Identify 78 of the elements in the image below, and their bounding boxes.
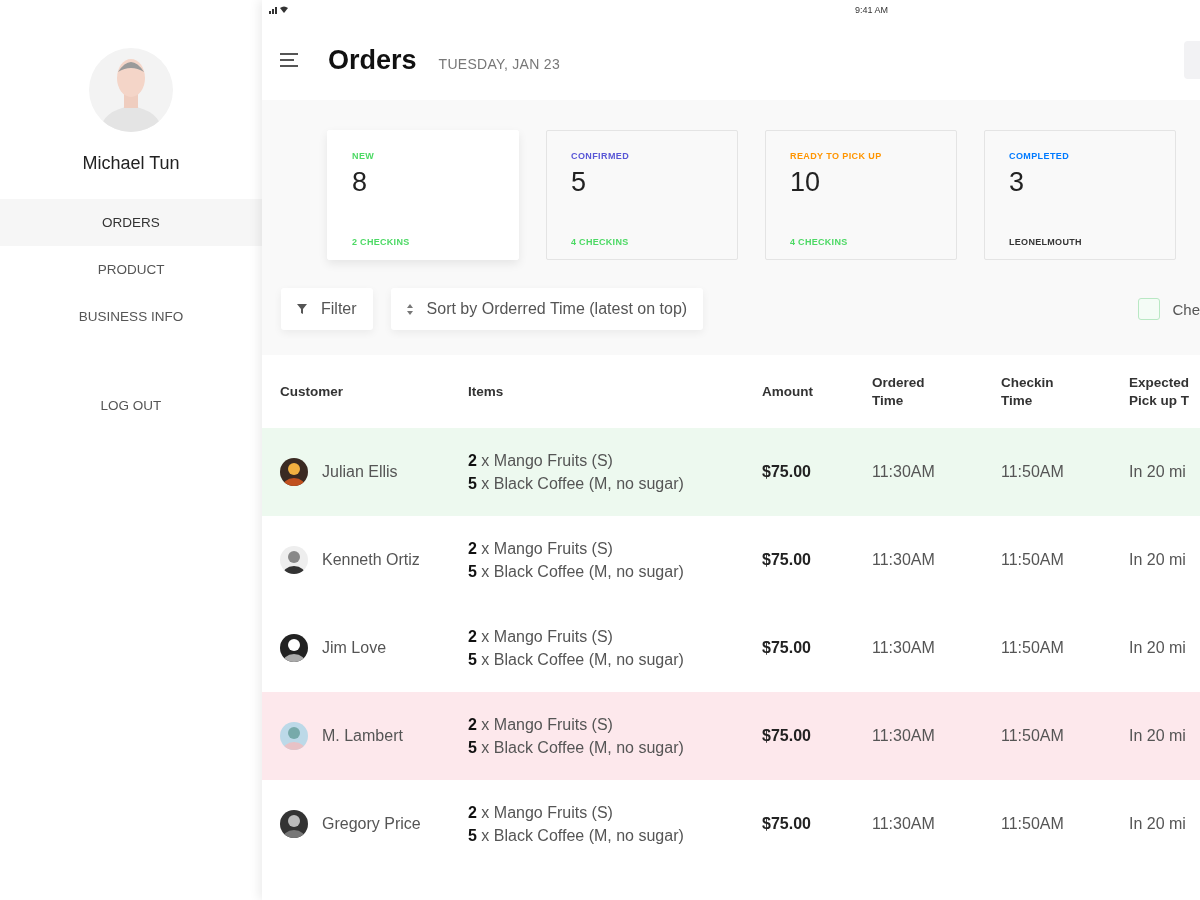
item-line: 5 x Black Coffee (M, no sugar): [468, 650, 685, 670]
amount-cell-text: $75.00: [762, 727, 812, 745]
column-header: Expected Pick up T: [1129, 373, 1191, 410]
status-card[interactable]: READY TO PICK UP 10 4 CHECKINS: [765, 130, 957, 260]
customer-name: Kenneth Ortiz: [322, 551, 420, 569]
card-footer: 4 CHECKINS: [790, 237, 932, 247]
customer-name: M. Lambert: [322, 727, 403, 745]
item-line: 5 x Black Coffee (M, no sugar): [468, 562, 685, 582]
column-header: Customer: [280, 382, 344, 401]
table-cell-text: In 20 mi: [1129, 639, 1187, 657]
amount-cell-text: $75.00: [762, 551, 812, 569]
item-line: 2 x Mango Fruits (S): [468, 803, 614, 823]
item-line: 5 x Black Coffee (M, no sugar): [468, 826, 685, 846]
card-count: 8: [352, 167, 369, 198]
customer-name: Gregory Price: [322, 815, 421, 833]
table-cell-text: 11:50AM: [1001, 551, 1065, 569]
amount-cell-text: $75.00: [762, 463, 812, 481]
status-card[interactable]: NEW 8 2 CHECKINS: [327, 130, 519, 260]
table-row[interactable]: Julian Ellis 2 x Mango Fruits (S) 5 x Black Coffee (M, no sugar) $75.00 11:30AM 11:50AM In 20 mi: [262, 428, 1200, 516]
table-cell-text: 11:30AM: [872, 727, 936, 745]
signal-icon: [269, 6, 289, 14]
card-count: 10: [790, 167, 822, 198]
table-cell-text: 11:50AM: [1001, 727, 1065, 745]
table-row[interactable]: Kenneth Ortiz 2 x Mango Fruits (S) 5 x Black Coffee (M, no sugar) $75.00 11:30AM 11:50AM In 20 mi: [262, 516, 1200, 604]
table-cell-text: 11:50AM: [1001, 639, 1065, 657]
card-label: CONFIRMED: [571, 151, 631, 161]
item-line: 5 x Black Coffee (M, no sugar): [468, 474, 685, 494]
card-footer: 2 CHECKINS: [352, 237, 494, 247]
item-line: 5 x Black Coffee (M, no sugar): [468, 738, 685, 758]
table-cell-text: 11:50AM: [1001, 463, 1065, 481]
table-row[interactable]: Gregory Price 2 x Mango Fruits (S) 5 x Black Coffee (M, no sugar) $75.00 11:30AM 11:50AM In 20 mi: [262, 780, 1200, 868]
sort-icon: [406, 303, 413, 315]
table-cell-text: 11:30AM: [872, 815, 936, 833]
customer-name: Julian Ellis: [322, 463, 398, 481]
logout-link[interactable]: LOG OUT: [100, 398, 162, 413]
table-cell-text: 11:30AM: [872, 551, 936, 569]
status-time: 9:41 AM: [855, 5, 889, 15]
column-header: Ordered Time: [872, 373, 926, 410]
sort-button[interactable]: Sort by Orderred Time (latest on top): [390, 288, 704, 330]
checkbox-label: Che: [1172, 300, 1200, 318]
card-label: READY TO PICK UP: [790, 151, 883, 161]
column-header: Amount: [762, 382, 814, 401]
card-footer: 4 CHECKINS: [571, 237, 713, 247]
filter-button[interactable]: Filter: [281, 288, 373, 330]
item-line: 2 x Mango Fruits (S): [468, 627, 614, 647]
table-cell-text: In 20 mi: [1129, 551, 1187, 569]
table-cell-text: 11:30AM: [872, 463, 936, 481]
column-header: Checkin Time: [1001, 373, 1055, 410]
card-label: COMPLETED: [1009, 151, 1071, 161]
card-count: 3: [1009, 167, 1026, 198]
table-cell-text: 11:50AM: [1001, 815, 1065, 833]
menu-icon[interactable]: [280, 53, 298, 67]
table-cell-text: In 20 mi: [1129, 815, 1187, 833]
card-footer: LEONELMOUTH: [1009, 237, 1151, 247]
status-card[interactable]: CONFIRMED 5 4 CHECKINS: [546, 130, 738, 260]
checkbox[interactable]: [1138, 298, 1161, 320]
status-card[interactable]: COMPLETED 3 LEONELMOUTH: [984, 130, 1176, 260]
nav-item[interactable]: PRODUCT: [0, 246, 262, 293]
table-cell-text: In 20 mi: [1129, 727, 1187, 745]
card-count: 5: [571, 167, 588, 198]
page-date: TUESDAY, JAN 23: [438, 56, 561, 72]
filter-icon: [297, 304, 307, 314]
item-line: 2 x Mango Fruits (S): [468, 539, 614, 559]
table-cell-text: In 20 mi: [1129, 463, 1187, 481]
table-row[interactable]: Jim Love 2 x Mango Fruits (S) 5 x Black Coffee (M, no sugar) $75.00 11:30AM 11:50AM In 20 mi: [262, 604, 1200, 692]
page-title: Orders: [328, 44, 417, 76]
amount-cell-text: $75.00: [762, 639, 812, 657]
table-cell-text: 11:30AM: [872, 639, 936, 657]
amount-cell-text: $75.00: [762, 815, 812, 833]
card-label: NEW: [352, 151, 376, 161]
user-name: Michael Tun: [82, 153, 180, 174]
table-row[interactable]: M. Lambert 2 x Mango Fruits (S) 5 x Black Coffee (M, no sugar) $75.00 11:30AM 11:50AM In 20 mi: [262, 692, 1200, 780]
nav-item[interactable]: BUSINESS INFO: [0, 293, 262, 340]
column-header: Items: [468, 382, 505, 401]
customer-name: Jim Love: [322, 639, 387, 657]
item-line: 2 x Mango Fruits (S): [468, 715, 614, 735]
nav-item[interactable]: ORDERS: [0, 199, 262, 246]
item-line: 2 x Mango Fruits (S): [468, 451, 614, 471]
